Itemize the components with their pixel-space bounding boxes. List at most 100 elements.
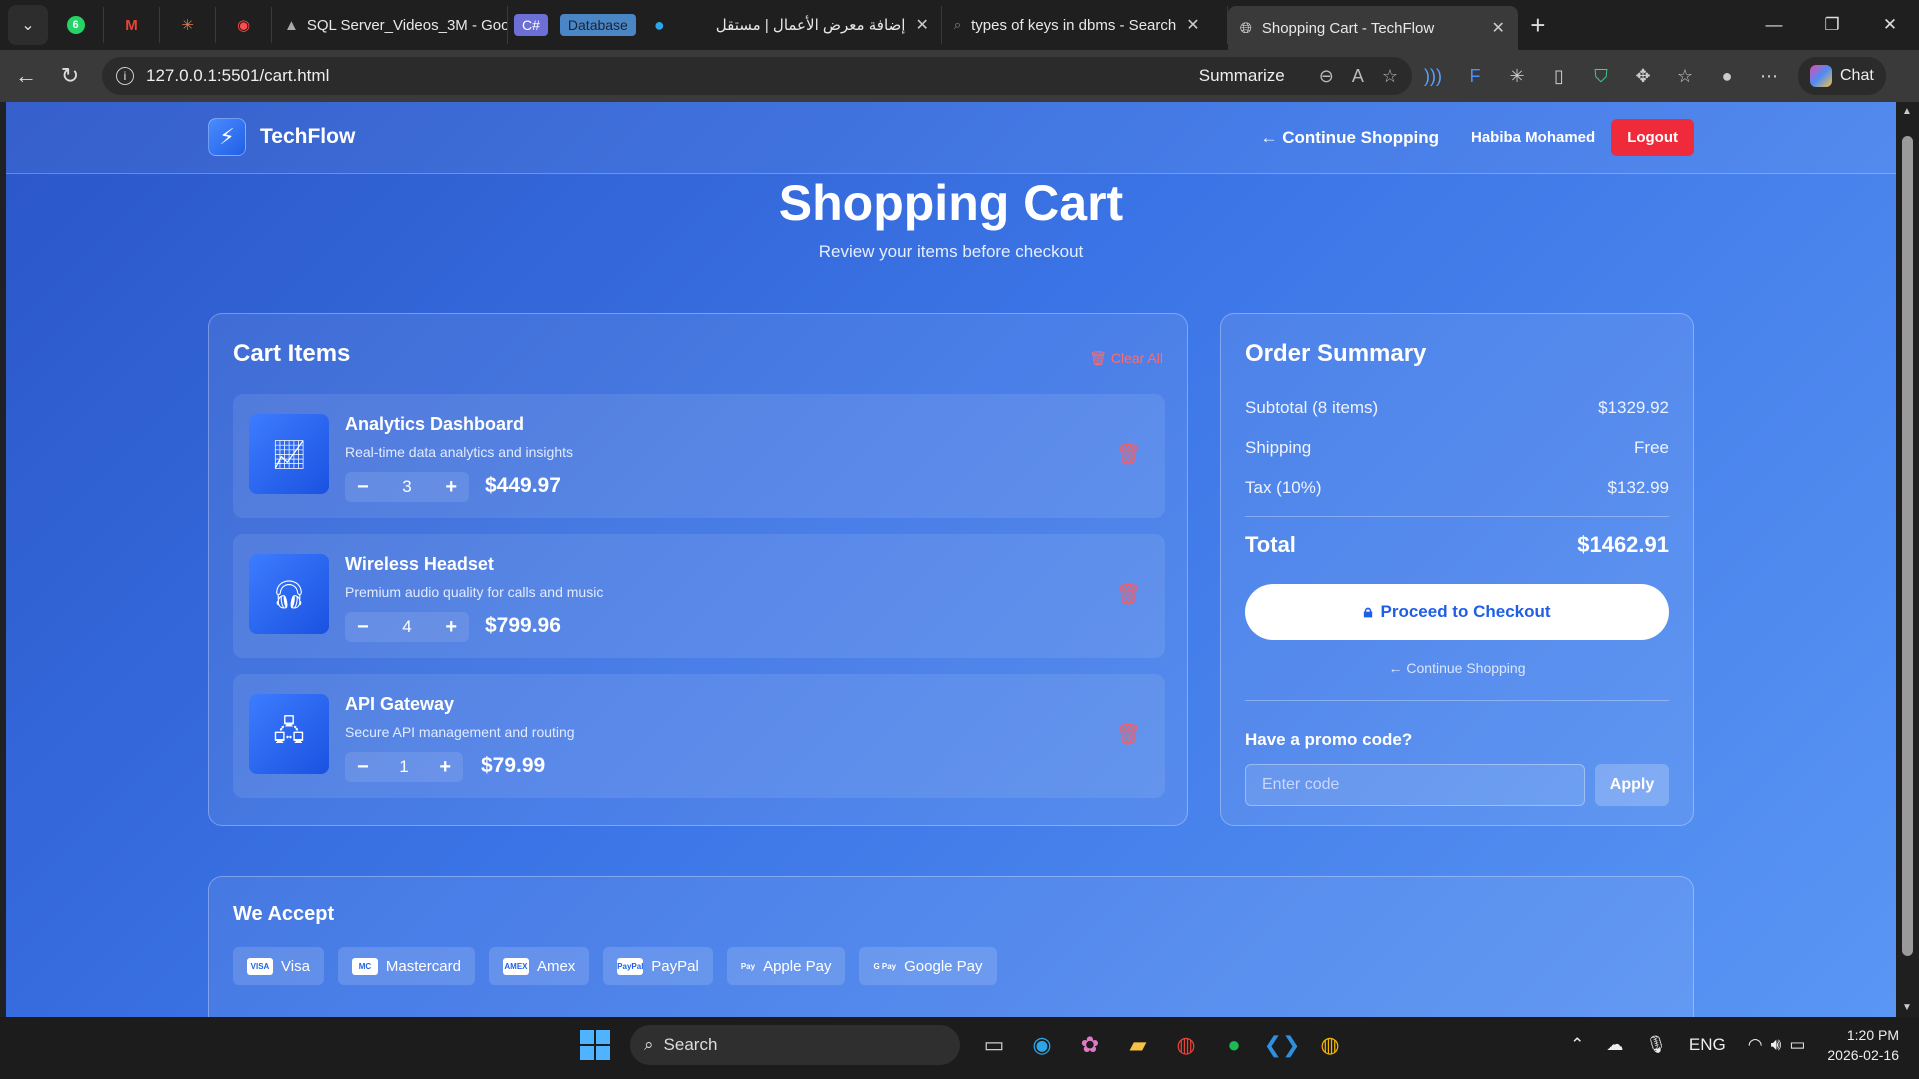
spotify-icon[interactable]: ● bbox=[1210, 1025, 1258, 1065]
pinned-tab-record[interactable]: ◉ bbox=[216, 7, 272, 43]
url-field[interactable]: i 127.0.0.1:5501/cart.html Summarize ⊖ A… bbox=[102, 57, 1412, 95]
arrow-left-icon: ← bbox=[1388, 660, 1407, 676]
payment-amex: AMEX Amex bbox=[488, 947, 590, 985]
refresh-icon[interactable]: ↻ bbox=[48, 54, 92, 98]
quantity-stepper: − 1 + bbox=[345, 752, 463, 782]
battery-icon[interactable]: ▭ bbox=[1789, 1035, 1805, 1055]
paypal-icon: PayPal bbox=[617, 957, 643, 975]
copilot-chat-button[interactable]: Chat bbox=[1798, 57, 1886, 95]
tab-mostaql[interactable]: ● إضافة معرض الأعمال | مستقل ✕ bbox=[642, 6, 942, 44]
minimize-icon[interactable]: — bbox=[1745, 0, 1803, 50]
extension-icon-4[interactable]: ▯ bbox=[1538, 66, 1580, 87]
taskbar-clock[interactable]: 1:20 PM 2026-02-16 bbox=[1827, 1025, 1899, 1065]
extension-icon-2[interactable]: F bbox=[1454, 66, 1496, 87]
extension-icon-3[interactable]: ✳ bbox=[1496, 66, 1538, 87]
total-row: Total $1462.91 bbox=[1245, 532, 1669, 557]
more-icon[interactable]: ⋯ bbox=[1748, 66, 1790, 87]
summary-title: Order Summary bbox=[1245, 340, 1427, 367]
clear-all-button[interactable]: 🗑︎ Clear All bbox=[1089, 350, 1163, 367]
info-icon[interactable]: i bbox=[116, 67, 134, 85]
pinned-tab-gmail[interactable]: M bbox=[104, 7, 160, 43]
tab-group-database[interactable]: Database bbox=[559, 14, 636, 36]
chrome-icon[interactable]: ◍ bbox=[1162, 1025, 1210, 1065]
read-aloud-icon[interactable]: A bbox=[1352, 66, 1364, 87]
favorites-icon[interactable]: ☆ bbox=[1664, 66, 1706, 87]
profile-avatar-icon[interactable]: ● bbox=[1706, 66, 1748, 87]
mastercard-icon: MC bbox=[351, 957, 378, 975]
close-window-icon[interactable]: ✕ bbox=[1861, 0, 1919, 50]
chevron-up-icon[interactable]: ⌃ bbox=[1570, 1035, 1584, 1055]
remove-item-trash-icon[interactable]: 🗑︎ bbox=[1116, 722, 1141, 747]
new-tab-button[interactable]: + bbox=[1518, 10, 1558, 41]
edge-icon[interactable]: ◉ bbox=[1018, 1025, 1066, 1065]
logout-button[interactable]: Logout bbox=[1611, 119, 1694, 156]
system-tray: ⌃ ☁ 🎙︎ ENG ◠ 🔊︎ ▭ 1:20 PM 2026-02-16 bbox=[1548, 1025, 1899, 1065]
page-scrollbar[interactable]: ▲ ▼ bbox=[1896, 102, 1919, 1017]
payment-google-pay: G Pay Google Pay bbox=[859, 947, 997, 985]
decrease-button[interactable]: − bbox=[357, 476, 369, 499]
tab-group-csharp[interactable]: C# bbox=[514, 14, 548, 36]
puzzle-icon[interactable]: ✥ bbox=[1622, 66, 1664, 87]
continue-shopping-link[interactable]: ← Continue Shopping bbox=[1261, 128, 1439, 148]
page-title: Shopping Cart bbox=[778, 175, 1124, 231]
pinned-tab-whatsapp[interactable]: 6 bbox=[48, 7, 104, 43]
scroll-down-icon[interactable]: ▼ bbox=[1902, 1002, 1912, 1013]
taskbar-search[interactable]: ⌕ Search bbox=[630, 1025, 960, 1065]
windows-taskbar: ⌕ Search ▭ ◉ ✿ ▰ ◍ ● ❮❯ ◍ ⌃ ☁ 🎙︎ ENG ◠ 🔊︎… bbox=[0, 1017, 1919, 1079]
favorite-star-icon[interactable]: ☆ bbox=[1382, 66, 1398, 87]
accept-title: We Accept bbox=[233, 903, 335, 925]
onedrive-icon[interactable]: ☁ bbox=[1606, 1035, 1623, 1055]
shield-icon[interactable]: ⛉ bbox=[1580, 66, 1622, 87]
increase-button[interactable]: + bbox=[445, 476, 457, 499]
tab-actions-chevron-icon[interactable]: ⌄ bbox=[8, 5, 48, 45]
remove-item-trash-icon[interactable]: 🗑︎ bbox=[1116, 442, 1141, 467]
site-header: ⚡︎ TechFlow ← Continue Shopping Habiba M… bbox=[6, 102, 1896, 174]
restore-icon[interactable]: ❐ bbox=[1803, 0, 1861, 50]
language-indicator[interactable]: ENG bbox=[1689, 1035, 1726, 1055]
cart-item: 📈︎ Analytics Dashboard Real-time data an… bbox=[233, 394, 1165, 518]
continue-shopping-link[interactable]: ← Continue Shopping bbox=[1245, 660, 1669, 676]
close-icon[interactable]: ✕ bbox=[1186, 15, 1199, 35]
brand[interactable]: ⚡︎ TechFlow bbox=[208, 118, 355, 156]
file-explorer-icon[interactable]: ▰ bbox=[1114, 1025, 1162, 1065]
close-icon[interactable]: ✕ bbox=[1491, 18, 1504, 38]
item-price: $449.97 bbox=[485, 474, 561, 497]
scrollbar-thumb[interactable] bbox=[1902, 136, 1913, 956]
wifi-icon[interactable]: ◠ bbox=[1748, 1035, 1763, 1055]
proceed-to-checkout-button[interactable]: 🔒︎ Proceed to Checkout bbox=[1245, 584, 1669, 640]
lightning-icon: ⚡︎ bbox=[208, 118, 246, 156]
increase-button[interactable]: + bbox=[439, 756, 451, 779]
copilot-app-icon[interactable]: ✿ bbox=[1066, 1025, 1114, 1065]
decrease-button[interactable]: − bbox=[357, 616, 369, 639]
scroll-up-icon[interactable]: ▲ bbox=[1902, 106, 1912, 117]
header-actions: ← Continue Shopping Habiba Mohamed Logou… bbox=[1261, 119, 1694, 156]
increase-button[interactable]: + bbox=[445, 616, 457, 639]
decrease-button[interactable]: − bbox=[357, 756, 369, 779]
pinned-tab-claude[interactable]: ✳ bbox=[160, 7, 216, 43]
tab-keys-dbms[interactable]: ⌕ types of keys in dbms - Search ✕ bbox=[942, 6, 1228, 44]
payment-methods-list: VISA Visa MC Mastercard AMEX Amex PayPal Pay… bbox=[233, 947, 1011, 985]
tab-sql-videos[interactable]: ▲SQL Server_Videos_3M - Google D✕ bbox=[272, 6, 508, 44]
remove-item-trash-icon[interactable]: 🗑︎ bbox=[1116, 582, 1141, 607]
volume-icon[interactable]: 🔊︎ bbox=[1771, 1035, 1782, 1055]
vscode-icon[interactable]: ❮❯ bbox=[1258, 1025, 1306, 1065]
apply-promo-button[interactable]: Apply bbox=[1595, 764, 1669, 806]
divider bbox=[1245, 700, 1669, 701]
back-arrow-icon[interactable]: ← bbox=[4, 54, 48, 98]
extension-icon-1[interactable]: ))) bbox=[1412, 66, 1454, 87]
item-name: API Gateway bbox=[345, 694, 455, 714]
microphone-icon[interactable]: 🎙︎ bbox=[1645, 1035, 1667, 1055]
zoom-icon[interactable]: ⊖ bbox=[1319, 66, 1334, 87]
windows-start-icon[interactable] bbox=[580, 1030, 610, 1060]
summarize-button[interactable]: Summarize bbox=[1199, 66, 1285, 86]
promo-code-input[interactable] bbox=[1245, 764, 1585, 806]
gmail-icon: M bbox=[125, 16, 138, 34]
tab-shopping-cart[interactable]: 🌐︎ Shopping Cart - TechFlow ✕ bbox=[1227, 6, 1518, 50]
cart-item: 🖧︎ API Gateway Secure API management and… bbox=[233, 674, 1165, 798]
file-viewer-icon[interactable]: ▭ bbox=[970, 1025, 1018, 1065]
order-summary-panel: Order Summary Subtotal (8 items) $1329.92… bbox=[1220, 313, 1694, 826]
close-icon[interactable]: ✕ bbox=[915, 15, 928, 35]
brand-name: TechFlow bbox=[260, 125, 356, 148]
browser-tab-bar: ⌄ 6 M ✳ ◉ ▲SQL Server_Videos_3M - Google… bbox=[0, 0, 1919, 50]
chrome-profile-icon[interactable]: ◍ bbox=[1306, 1025, 1354, 1065]
